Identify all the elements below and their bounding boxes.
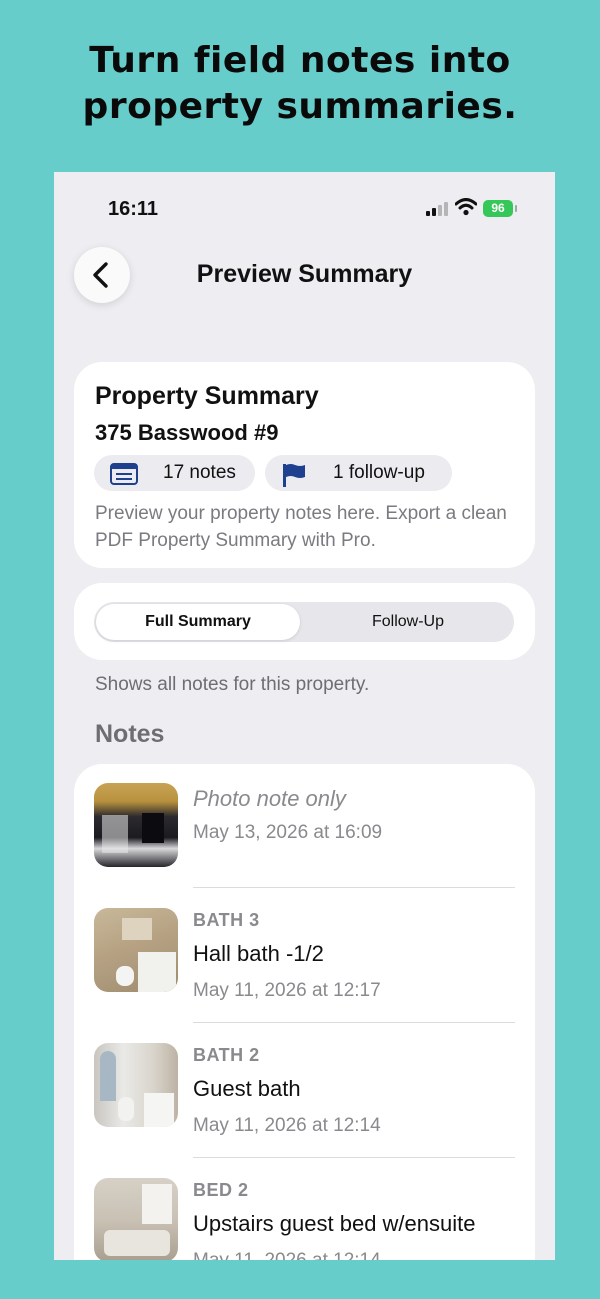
- summary-description: Preview your property notes here. Export…: [95, 503, 507, 551]
- summary-mode-segmented-control: Full Summary Follow-Up: [94, 602, 514, 642]
- note-date: May 13, 2026 at 16:09: [193, 822, 383, 843]
- note-row[interactable]: BATH 3 Hall bath -1/2 May 11, 2026 at 12…: [74, 888, 535, 1023]
- document-icon: [110, 463, 138, 485]
- note-title: Hall bath -1/2: [193, 941, 324, 966]
- page-title: Preview Summary: [196, 260, 413, 288]
- property-address: 375 Basswood #9: [95, 420, 279, 445]
- note-date: May 11, 2026 at 12:17: [193, 980, 381, 1001]
- followup-count-label: 1 follow-up: [333, 462, 425, 483]
- notes-section-header: Notes: [95, 720, 165, 748]
- note-date: May 11, 2026 at 12:14: [193, 1250, 381, 1260]
- promo-headline-line1: Turn field notes into: [89, 40, 511, 81]
- segment-follow-up[interactable]: Follow-Up: [304, 604, 512, 640]
- status-time: 16:11: [108, 198, 159, 220]
- battery-cap: [515, 205, 517, 212]
- note-title: Guest bath: [193, 1076, 301, 1101]
- note-category: BATH 3: [193, 910, 260, 930]
- note-row[interactable]: BATH 2 Guest bath May 11, 2026 at 12:14: [74, 1023, 535, 1158]
- notes-list: Photo note only May 13, 2026 at 16:09 BA…: [74, 764, 535, 1260]
- notes-count-label: 17 notes: [163, 462, 236, 483]
- property-summary-card: Property Summary 375 Basswood #9 17 note…: [74, 362, 535, 568]
- note-photo-thumbnail: [94, 783, 178, 867]
- note-row[interactable]: BED 2 Upstairs guest bed w/ensuite May 1…: [74, 1158, 535, 1260]
- segment-caption: Shows all notes for this property.: [95, 674, 370, 695]
- flag-icon: [283, 464, 305, 487]
- summary-title: Property Summary: [95, 382, 319, 410]
- note-title: Photo note only: [193, 786, 346, 811]
- note-title: Upstairs guest bed w/ensuite: [193, 1211, 476, 1236]
- phone-screen: 16:11 96 Preview Summary Property Summar…: [54, 172, 555, 1260]
- promo-headline-line2: property summaries.: [82, 86, 518, 127]
- summary-mode-card: Full Summary Follow-Up: [74, 583, 535, 660]
- battery-icon: 96: [483, 200, 513, 217]
- note-photo-thumbnail: [94, 1178, 178, 1260]
- note-photo-thumbnail: [94, 1043, 178, 1127]
- note-category: BATH 2: [193, 1045, 260, 1065]
- followup-count-pill[interactable]: 1 follow-up: [265, 455, 452, 491]
- cellular-signal-icon: [426, 202, 450, 216]
- wifi-icon: [455, 198, 477, 216]
- promo-headline: Turn field notes into property summaries…: [0, 38, 600, 130]
- note-photo-thumbnail: [94, 908, 178, 992]
- status-bar: 16:11 96: [54, 172, 555, 242]
- note-row[interactable]: Photo note only May 13, 2026 at 16:09: [74, 764, 535, 899]
- notes-count-pill[interactable]: 17 notes: [94, 455, 255, 491]
- note-date: May 11, 2026 at 12:14: [193, 1115, 381, 1136]
- segment-full-summary[interactable]: Full Summary: [96, 604, 300, 640]
- note-category: BED 2: [193, 1180, 249, 1200]
